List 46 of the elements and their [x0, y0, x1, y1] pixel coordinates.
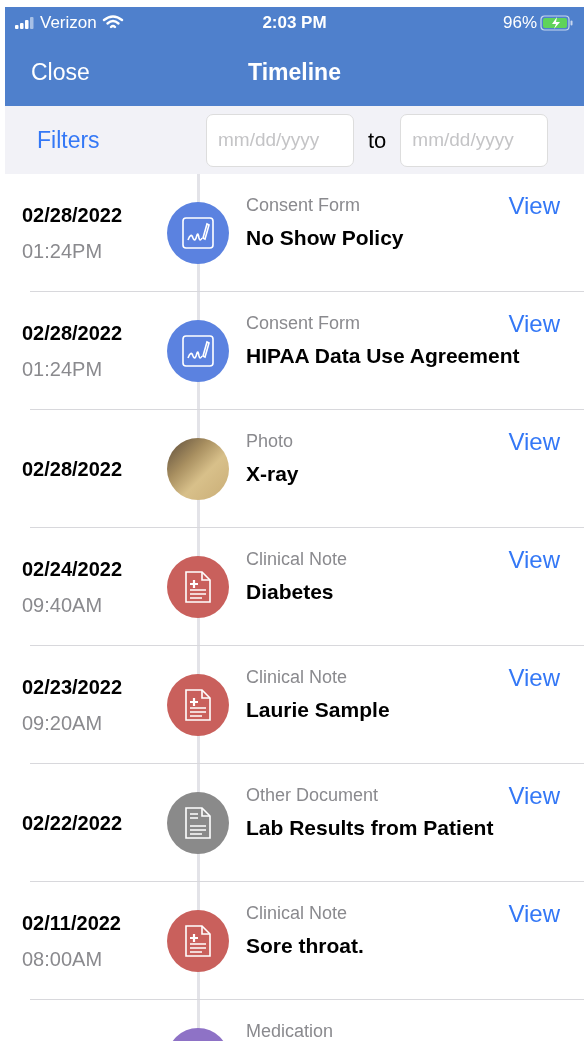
battery-charging-icon	[540, 15, 574, 31]
entry-date: 02/28/2022	[22, 203, 123, 228]
screen-title: Timeline	[248, 58, 341, 88]
entry-time: 09:40AM	[22, 593, 103, 618]
view-link[interactable]: View	[508, 542, 560, 578]
range-separator: to	[368, 126, 387, 155]
signal-icon	[15, 17, 35, 29]
entry-category: Consent Form	[246, 312, 361, 335]
entry-title: Lab Results from Patient	[246, 815, 494, 841]
view-link[interactable]: View	[508, 188, 560, 224]
entry-category: Other Document	[246, 784, 379, 807]
entry-date: 02/23/2022	[22, 675, 123, 700]
view-link[interactable]: View	[508, 424, 560, 460]
carrier-name: Verizon	[40, 12, 97, 35]
entry-category: Photo	[246, 430, 294, 453]
view-link[interactable]: View	[508, 306, 560, 342]
entry-time: 01:24PM	[22, 239, 103, 264]
view-link[interactable]: View	[508, 660, 560, 696]
entry-date: 02/28/2022	[22, 457, 123, 482]
entry-time: 01:24PM	[22, 357, 103, 382]
entry-title: HIPAA Data Use Agreement	[246, 343, 520, 369]
filters-link[interactable]: Filters	[37, 122, 206, 158]
entry-title: X-ray	[246, 461, 299, 487]
entry-category: Clinical Note	[246, 548, 348, 571]
close-button[interactable]: Close	[31, 55, 90, 90]
view-link[interactable]: View	[508, 896, 560, 932]
entry-title: No Show Policy	[246, 225, 404, 251]
entry-date: 02/28/2022	[22, 321, 123, 346]
entry-date: 02/22/2022	[22, 811, 123, 836]
entry-date: 02/24/2022	[22, 557, 123, 582]
entry-category: Consent Form	[246, 194, 361, 217]
entry-date: 02/11/2022	[22, 911, 121, 936]
battery-percentage: 96%	[502, 12, 537, 35]
entry-time: 09:20AM	[22, 711, 103, 736]
end-date-field[interactable]: mm/dd/yyyy	[400, 113, 549, 167]
clock-time: 2:03 PM	[262, 12, 327, 35]
entry-category: Clinical Note	[246, 902, 348, 925]
entry-title: Laurie Sample	[246, 697, 390, 723]
entry-category: Medication	[246, 1020, 334, 1041]
view-link[interactable]: View	[508, 778, 560, 814]
entry-category: Clinical Note	[246, 666, 348, 689]
wifi-icon	[101, 15, 124, 31]
start-date-field[interactable]: mm/dd/yyyy	[206, 113, 354, 167]
entry-title: Sore throat.	[246, 933, 364, 959]
entry-time: 08:00AM	[22, 947, 103, 972]
entry-title: Diabetes	[246, 579, 334, 605]
